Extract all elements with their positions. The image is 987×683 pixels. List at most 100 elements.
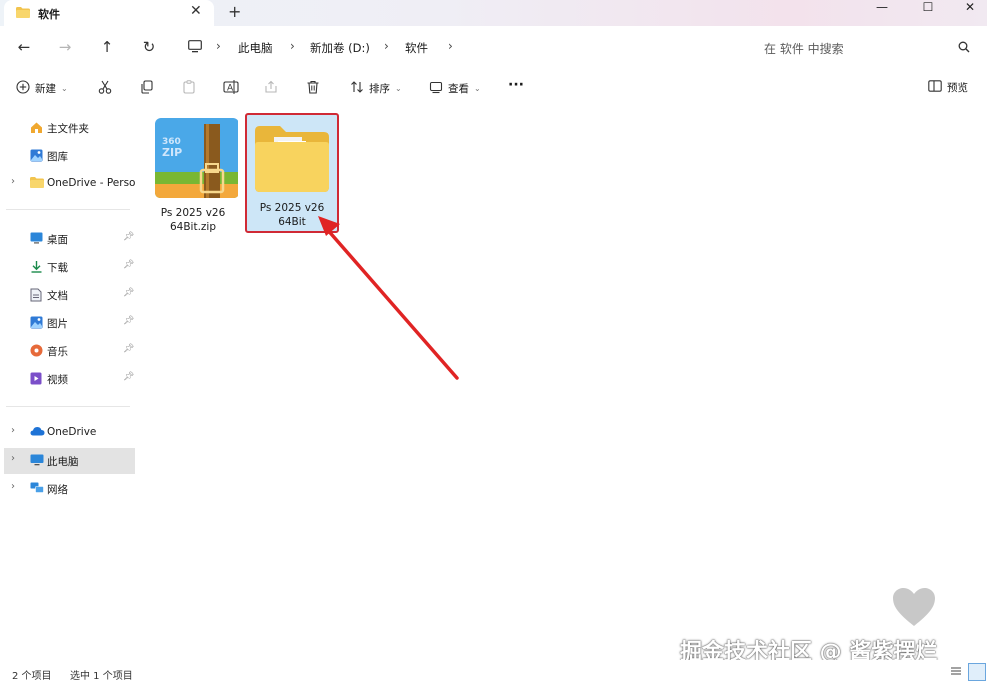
sidebar-item-onedrive-personal[interactable]: › OneDrive - Personal: [4, 171, 135, 197]
video-icon: [30, 372, 42, 388]
details-view-icon[interactable]: [950, 665, 962, 680]
minimize-button[interactable]: —: [867, 0, 897, 20]
sort-label: 排序: [369, 83, 390, 95]
view-button[interactable]: 查看 ⌄: [429, 80, 481, 97]
pin-icon[interactable]: 📌︎: [123, 372, 134, 382]
sidebar-item-label: 图库: [47, 151, 68, 163]
sidebar-item-home[interactable]: 主文件夹: [4, 115, 135, 141]
close-window-button[interactable]: ✕: [955, 0, 985, 20]
chevron-right-icon[interactable]: ›: [11, 176, 15, 187]
paste-button[interactable]: [182, 80, 196, 97]
chevron-right-icon: ›: [384, 39, 389, 53]
copy-button[interactable]: [140, 80, 154, 97]
search-box[interactable]: 在 软件 中搜索: [752, 33, 978, 61]
chevron-down-icon: ⌄: [474, 84, 481, 93]
chevron-right-icon: ›: [216, 39, 221, 53]
new-button[interactable]: 新建 ⌄: [16, 80, 68, 97]
more-options-button[interactable]: ···: [508, 77, 524, 93]
sidebar-item-desktop[interactable]: 桌面 📌︎: [4, 226, 135, 252]
pin-icon[interactable]: 📌︎: [123, 232, 134, 242]
cut-button[interactable]: [98, 80, 112, 97]
home-icon: [30, 121, 43, 137]
sidebar-item-music[interactable]: 音乐 📌︎: [4, 338, 135, 364]
address-bar[interactable]: › 此电脑 › 新加卷 (D:) › 软件 ›: [180, 33, 740, 61]
pin-icon[interactable]: 📌︎: [123, 344, 134, 354]
scissors-icon: [98, 80, 112, 97]
sort-button[interactable]: 排序 ⌄: [350, 80, 402, 97]
chevron-right-icon[interactable]: ›: [11, 453, 15, 464]
file-item-folder[interactable]: Ps 2025 v26 64Bit: [245, 113, 339, 233]
tiles-view-icon[interactable]: [968, 663, 986, 681]
command-bar: 新建 ⌄ A 排序 ⌄ 查看 ⌄ ··· 预览: [0, 68, 987, 109]
sidebar-item-gallery[interactable]: 图库: [4, 143, 135, 169]
sidebar-item-label: 文档: [47, 290, 68, 302]
svg-text:A: A: [227, 84, 234, 94]
computer-icon: [30, 454, 44, 469]
selection-count: 选中 1 个项目: [70, 671, 133, 682]
item-count: 2 个项目: [12, 671, 52, 682]
pin-icon[interactable]: 📌︎: [123, 316, 134, 326]
rename-button[interactable]: A: [223, 80, 239, 97]
share-icon: [264, 80, 278, 97]
sidebar-item-pictures[interactable]: 图片 📌︎: [4, 310, 135, 336]
chevron-right-icon[interactable]: ›: [11, 481, 15, 492]
breadcrumb-drive-d[interactable]: 新加卷 (D:): [310, 40, 370, 56]
delete-button[interactable]: [306, 80, 320, 97]
folder-icon: [30, 177, 44, 191]
cloud-icon: [30, 426, 45, 439]
heart-icon: [893, 588, 935, 626]
clipboard-icon: [182, 80, 196, 97]
sidebar-item-label: 视频: [47, 374, 68, 386]
file-name-line: Ps 2025 v26: [160, 207, 226, 219]
refresh-button[interactable]: ↻: [138, 36, 160, 58]
navigation-bar: ← → ↑ ↻ › 此电脑 › 新加卷 (D:) › 软件 › 在 软件 中搜索: [0, 26, 987, 68]
network-icon: [30, 482, 44, 497]
sidebar-item-network[interactable]: › 网络: [4, 476, 135, 502]
sidebar-item-label: 图片: [47, 318, 68, 330]
up-button[interactable]: ↑: [96, 36, 118, 58]
sidebar-item-label: 网络: [47, 484, 68, 496]
sidebar-item-label: 桌面: [47, 234, 68, 246]
title-bar: 软件 ✕ + — ☐ ✕: [0, 0, 987, 26]
sidebar-item-label: 音乐: [47, 346, 68, 358]
chevron-down-icon: ⌄: [395, 84, 402, 93]
desktop-icon: [30, 232, 43, 247]
back-button[interactable]: ←: [13, 36, 35, 58]
sidebar-item-this-pc[interactable]: › 此电脑: [4, 448, 135, 474]
close-tab-button[interactable]: ✕: [190, 3, 202, 19]
share-button[interactable]: [264, 80, 278, 97]
folder-icon: [255, 126, 329, 192]
file-name-line: Ps 2025 v26: [259, 202, 325, 214]
chevron-right-icon[interactable]: ›: [11, 425, 15, 436]
sidebar-item-label: 下载: [47, 262, 68, 274]
sidebar-item-downloads[interactable]: 下载 📌︎: [4, 254, 135, 280]
sidebar-item-label: OneDrive - Personal: [47, 177, 135, 189]
zip-archive-icon: 360 ZIP: [155, 118, 238, 198]
pin-icon[interactable]: 📌︎: [123, 288, 134, 298]
maximize-button[interactable]: ☐: [913, 0, 943, 20]
download-icon: [30, 260, 43, 276]
preview-pane-button[interactable]: 预览: [928, 80, 968, 95]
breadcrumb-software[interactable]: 软件: [405, 40, 428, 56]
tab-title: 软件: [38, 8, 60, 21]
status-bar: 2 个项目 选中 1 个项目: [0, 660, 987, 683]
pin-icon[interactable]: 📌︎: [123, 260, 134, 270]
breadcrumb-this-pc[interactable]: 此电脑: [238, 40, 273, 56]
new-tab-button[interactable]: +: [228, 2, 241, 21]
forward-button[interactable]: →: [54, 36, 76, 58]
file-name-line: 64Bit: [278, 216, 306, 228]
sidebar-divider: [6, 209, 130, 210]
sidebar-item-label: OneDrive: [47, 426, 97, 438]
tab-software[interactable]: 软件 ✕: [4, 0, 214, 26]
sidebar-item-videos[interactable]: 视频 📌︎: [4, 366, 135, 392]
file-item-zip[interactable]: 360 ZIP Ps 2025 v26 64Bit.zip: [148, 114, 238, 233]
folder-icon: [16, 7, 30, 21]
preview-pane-icon: [928, 80, 942, 95]
search-placeholder[interactable]: 在 软件 中搜索: [764, 40, 844, 57]
file-name: Ps 2025 v26 64Bit.zip: [148, 206, 238, 234]
add-circle-icon: [16, 80, 30, 97]
sidebar-item-onedrive[interactable]: › OneDrive: [4, 420, 135, 446]
file-name: Ps 2025 v26 64Bit: [247, 201, 337, 229]
sidebar-item-documents[interactable]: 文档 📌︎: [4, 282, 135, 308]
preview-label: 预览: [947, 82, 968, 94]
